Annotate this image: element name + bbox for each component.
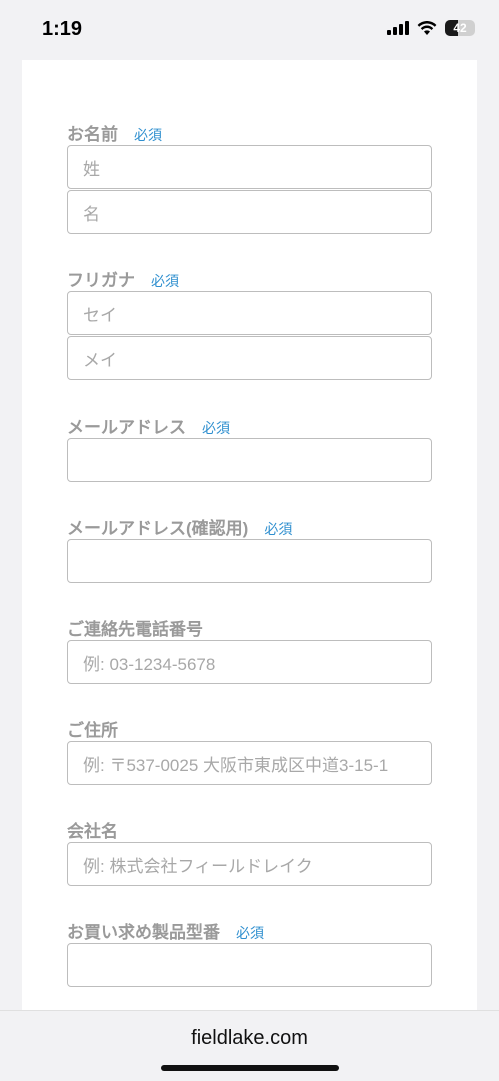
address-field-group: ご住所 例: 〒537-0025 大阪市東成区中道3-15-1	[67, 716, 432, 785]
required-badge: 必須	[236, 925, 264, 941]
company-label: 会社名	[67, 822, 118, 841]
model-label: お買い求め製品型番	[67, 923, 220, 942]
battery-level: 42	[453, 21, 467, 35]
last-name-kana-input[interactable]: セイ	[67, 291, 432, 335]
email-confirm-label: メールアドレス(確認用)	[67, 519, 249, 538]
home-indicator[interactable]	[161, 1065, 339, 1071]
email-field-group: メールアドレス 必須	[67, 413, 432, 482]
email-confirm-field-group: メールアドレス(確認用) 必須	[67, 514, 432, 583]
kana-field-group: フリガナ 必須 セイ メイ	[67, 266, 432, 380]
phone-input[interactable]: 例: 03-1234-5678	[67, 640, 432, 684]
wifi-icon	[417, 20, 437, 35]
phone-field-group: ご連絡先電話番号 例: 03-1234-5678	[67, 615, 432, 684]
company-input[interactable]: 例: 株式会社フィールドレイク	[67, 842, 432, 886]
browser-bottom-bar: fieldlake.com	[0, 1010, 499, 1081]
status-time: 1:19	[42, 18, 83, 40]
model-field-group: お買い求め製品型番 必須	[67, 918, 432, 987]
status-icons: 42	[387, 20, 475, 36]
model-number-input[interactable]	[67, 943, 432, 987]
last-name-input[interactable]: 姓	[67, 145, 432, 189]
battery-icon: 42	[445, 20, 475, 36]
required-badge: 必須	[264, 521, 293, 537]
first-name-input[interactable]: 名	[67, 190, 432, 234]
cellular-signal-icon	[387, 21, 409, 35]
address-bar-url[interactable]: fieldlake.com	[0, 1027, 499, 1050]
status-bar: 1:19 42	[0, 0, 499, 60]
required-badge: 必須	[151, 273, 179, 289]
required-badge: 必須	[134, 127, 162, 143]
email-input[interactable]	[67, 438, 432, 482]
name-label: お名前	[67, 125, 118, 144]
phone-label: ご連絡先電話番号	[67, 620, 203, 639]
first-name-kana-input[interactable]: メイ	[67, 336, 432, 380]
address-label: ご住所	[67, 721, 118, 740]
name-field-group: お名前 必須 姓 名	[67, 120, 432, 234]
company-field-group: 会社名 例: 株式会社フィールドレイク	[67, 817, 432, 886]
address-input[interactable]: 例: 〒537-0025 大阪市東成区中道3-15-1	[67, 741, 432, 785]
email-confirm-input[interactable]	[67, 539, 432, 583]
kana-label: フリガナ	[67, 271, 135, 290]
email-label: メールアドレス	[67, 418, 186, 437]
form-card: お名前 必須 姓 名 フリガナ 必須 セイ メイ メールアドレス 必須 メールア…	[22, 60, 477, 1020]
required-badge: 必須	[202, 420, 230, 436]
